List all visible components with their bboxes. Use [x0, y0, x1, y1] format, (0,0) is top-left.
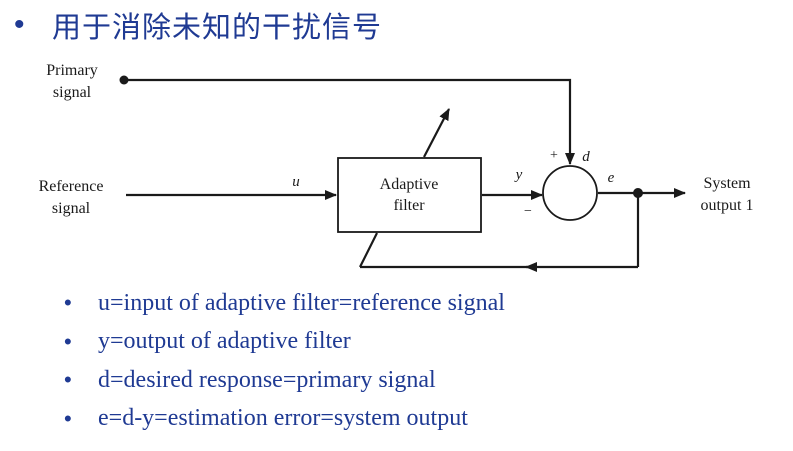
u-symbol: u — [292, 174, 300, 190]
primary-path-arrow — [124, 78, 575, 165]
bullet-dot: • — [64, 405, 72, 431]
definition-text: d=desired response=primary signal — [98, 366, 436, 393]
list-item: • u=input of adaptive filter=reference s… — [64, 284, 505, 323]
definition-text: y=output of adaptive filter — [98, 328, 351, 355]
list-item: • y=output of adaptive filter — [64, 323, 505, 362]
output-label-line2: output 1 — [701, 197, 754, 214]
e-symbol: e — [608, 170, 615, 186]
bullet-dot: • — [64, 367, 72, 393]
bullet-dot: • — [64, 290, 72, 316]
definition-text: u=input of adaptive filter=reference sig… — [98, 289, 505, 316]
d-symbol: d — [582, 149, 590, 165]
primary-label-line2: signal — [53, 84, 92, 101]
plus-sign: + — [550, 148, 558, 163]
y-symbol: y — [514, 167, 523, 183]
summing-junction — [542, 165, 598, 221]
bullet-dot: • — [64, 328, 72, 354]
feedback-diagonal-line — [359, 232, 378, 268]
definition-text: e=d-y=estimation error=system output — [98, 405, 468, 432]
reference-label-line2: signal — [52, 200, 91, 217]
minus-sign: − — [524, 204, 532, 219]
list-item: • d=desired response=primary signal — [64, 361, 505, 400]
definition-list: • u=input of adaptive filter=reference s… — [64, 284, 505, 438]
output-label-line1: System — [703, 175, 751, 192]
reference-label-line1: Reference — [39, 178, 104, 195]
primary-label-line1: Primary — [46, 62, 98, 79]
list-item: • e=d-y=estimation error=system output — [64, 400, 505, 439]
adaptation-arrow — [423, 108, 450, 158]
adaptive-filter-block — [337, 157, 482, 233]
filter-label-line2: filter — [393, 197, 425, 214]
filter-label-line1: Adaptive — [380, 176, 439, 193]
